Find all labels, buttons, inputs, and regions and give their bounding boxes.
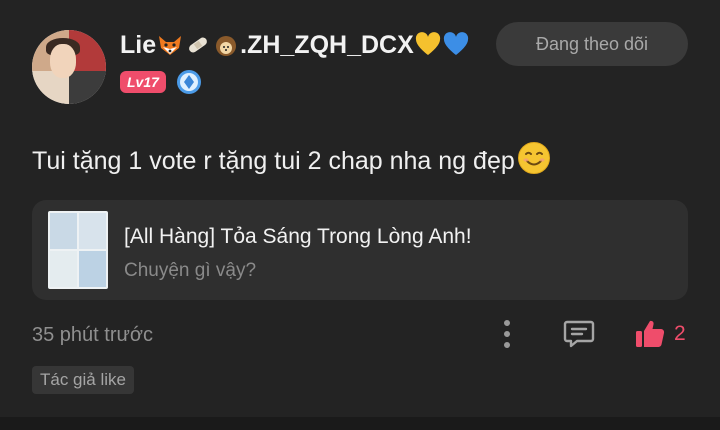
- like-button[interactable]: 2: [634, 318, 686, 350]
- timestamp: 35 phút trước: [32, 324, 154, 346]
- avatar[interactable]: [32, 30, 106, 104]
- bandage-icon: [185, 32, 211, 58]
- comment-body: Tui tặng 1 vote r tặng tui 2 chap nha ng…: [32, 147, 515, 175]
- chapter-subtitle: Chuyện gì vậy?: [124, 260, 257, 281]
- blue-heart-icon: [443, 32, 469, 58]
- following-button[interactable]: Đang theo dõi: [496, 22, 688, 66]
- user-badges: Lv17: [120, 69, 202, 95]
- fox-icon: [157, 32, 183, 58]
- comment-text: Tui tặng 1 vote r tặng tui 2 chap nha ng…: [32, 141, 551, 182]
- chapter-cover-image: [48, 211, 108, 289]
- hedgehog-icon: [213, 32, 239, 58]
- diamond-badge-icon: [176, 69, 202, 95]
- reply-icon[interactable]: [563, 319, 595, 349]
- username-end: .ZH_ZQH_DCX: [240, 30, 414, 59]
- more-options-icon[interactable]: [496, 318, 518, 350]
- chapter-card[interactable]: [All Hàng] Tỏa Sáng Trong Lòng Anh! Chuy…: [32, 200, 688, 300]
- yellow-heart-icon: [415, 32, 441, 58]
- level-badge: Lv17: [120, 71, 166, 93]
- chapter-title: [All Hàng] Tỏa Sáng Trong Lòng Anh!: [124, 225, 472, 248]
- username-start: Lie: [120, 30, 157, 59]
- username[interactable]: Lie .ZH_ZQH_DCX: [120, 30, 470, 60]
- thumbs-up-icon: [634, 318, 666, 350]
- author-liked-badge: Tác giả like: [32, 366, 134, 394]
- like-count: 2: [674, 322, 686, 345]
- divider: [0, 417, 720, 430]
- smiling-face-icon: [517, 141, 551, 182]
